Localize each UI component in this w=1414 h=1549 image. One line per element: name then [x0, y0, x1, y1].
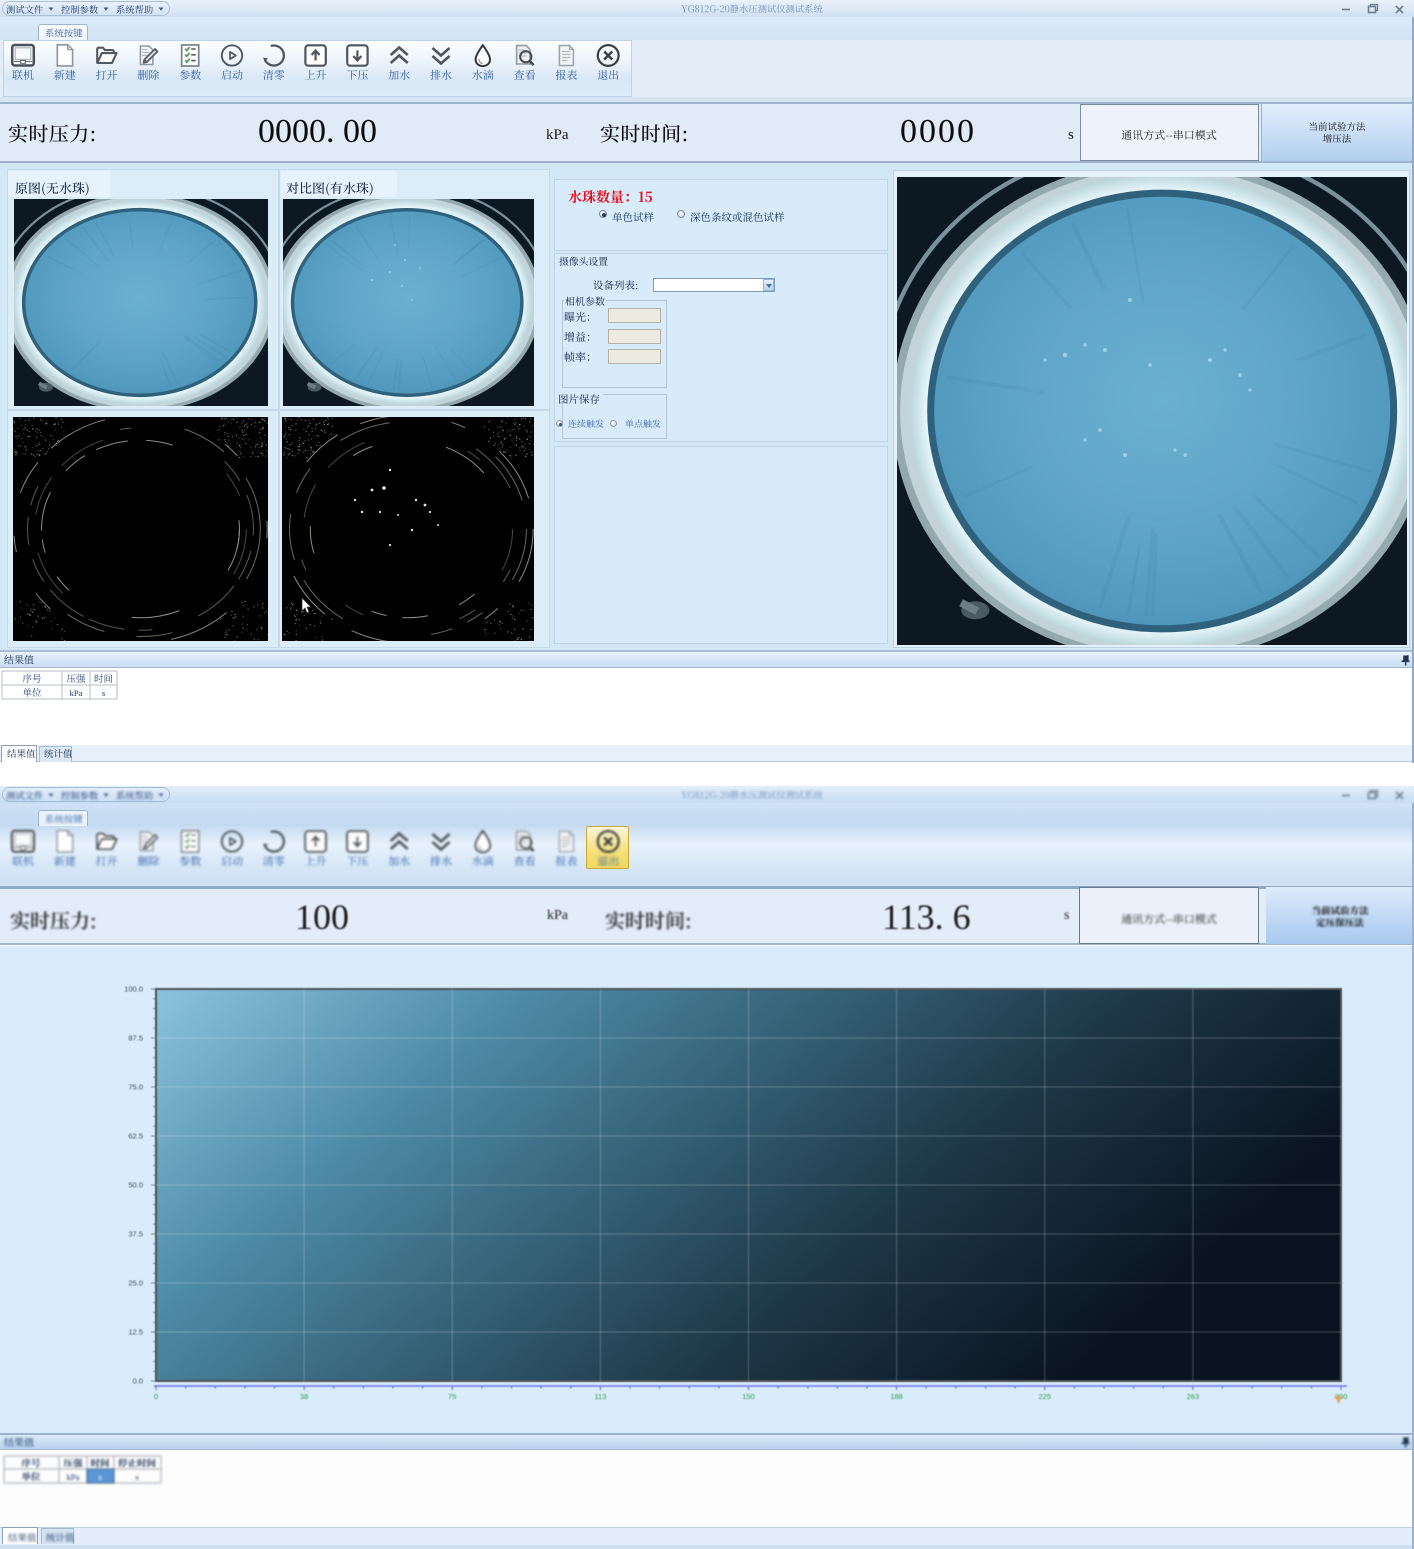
svg-text:s: s [98, 1472, 101, 1482]
svg-text:kPa: kPa [70, 688, 83, 698]
svg-text:s: s [135, 1472, 138, 1482]
svg-text:s: s [102, 688, 105, 698]
svg-text:kPa: kPa [67, 1472, 80, 1482]
